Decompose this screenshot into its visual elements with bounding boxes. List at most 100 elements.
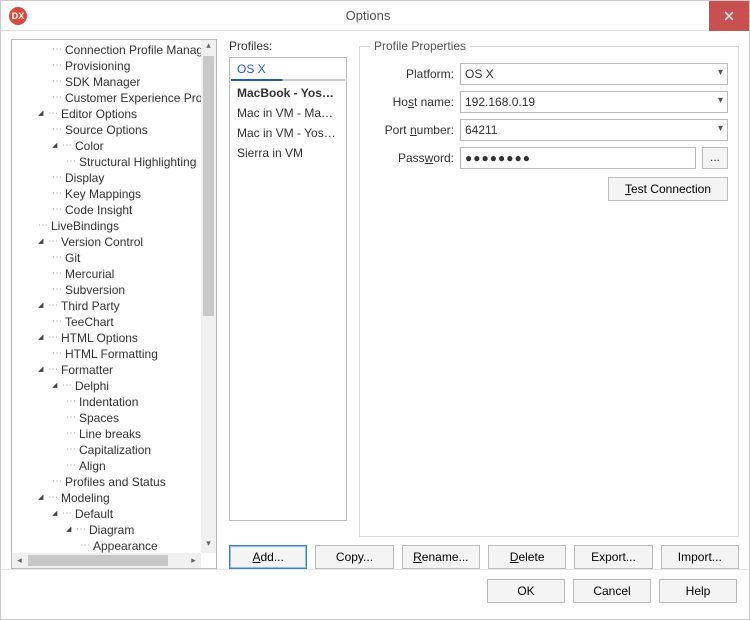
tree-dots-icon: ⋯ [48, 301, 61, 311]
tree-item-label: Spaces [79, 410, 119, 426]
tree-dots-icon: ⋯ [48, 493, 61, 503]
copy-button[interactable]: Copy... [315, 545, 393, 569]
tree-item[interactable]: ⋯Subversion [12, 282, 201, 298]
tree-dots-icon: ⋯ [52, 189, 65, 199]
tree-item-label: Third Party [61, 298, 120, 314]
hostname-label: Host name: [370, 95, 454, 109]
dialog-footer: OK Cancel Help [1, 569, 749, 611]
tree-item[interactable]: ⋯Git [12, 250, 201, 266]
tree-item-label: Customer Experience Program [65, 90, 201, 106]
tree-item[interactable]: ⋯HTML Formatting [12, 346, 201, 362]
scroll-right-icon[interactable]: ▸ [186, 553, 201, 568]
password-input[interactable]: ●●●●●●●● [460, 147, 696, 169]
tree-dots-icon: ⋯ [62, 381, 75, 391]
tree-item[interactable]: ⋯Indentation [12, 394, 201, 410]
test-connection-button[interactable]: Test Connection [608, 177, 728, 201]
expand-icon[interactable]: ◢ [52, 506, 62, 522]
port-value: 64211 [465, 123, 497, 137]
expand-icon[interactable]: ◢ [66, 522, 76, 538]
tree-dots-icon: ⋯ [52, 77, 65, 87]
tree-item[interactable]: ◢⋯Delphi [12, 378, 201, 394]
tree-item[interactable]: ◢⋯Editor Options [12, 106, 201, 122]
expand-icon[interactable]: ◢ [38, 234, 48, 250]
chevron-down-icon: ▾ [718, 95, 723, 106]
tree-item-label: Structural Highlighting [79, 154, 196, 170]
tree-item[interactable]: ⋯Capitalization [12, 442, 201, 458]
tree-item[interactable]: ⋯Spaces [12, 410, 201, 426]
tree-item[interactable]: ⋯Source Options [12, 122, 201, 138]
tree-item[interactable]: ◢⋯Color [12, 138, 201, 154]
import-button[interactable]: Import... [661, 545, 739, 569]
tree-item[interactable]: ◢⋯HTML Options [12, 330, 201, 346]
profile-list-item[interactable]: Mac in VM - Yose… [231, 123, 345, 143]
tree-item[interactable]: ⋯Align [12, 458, 201, 474]
tree-item[interactable]: ◢⋯Version Control [12, 234, 201, 250]
expand-icon[interactable]: ◢ [52, 378, 62, 394]
tree-item[interactable]: ◢⋯Diagram [12, 522, 201, 538]
vertical-scrollbar[interactable]: ▴ ▾ [201, 40, 216, 553]
tree-item[interactable]: ⋯SDK Manager [12, 74, 201, 90]
tree-item[interactable]: ⋯TeeChart [12, 314, 201, 330]
expand-icon[interactable]: ◢ [38, 490, 48, 506]
ok-button[interactable]: OK [487, 579, 565, 603]
delete-button[interactable]: Delete [488, 545, 566, 569]
profiles-tab[interactable]: OS X [231, 59, 345, 79]
tree-item[interactable]: ⋯Display [12, 170, 201, 186]
expand-icon[interactable]: ◢ [38, 298, 48, 314]
tree-item-label: Subversion [65, 282, 125, 298]
close-button[interactable] [709, 1, 749, 31]
tree-item[interactable]: ⋯Code Insight [12, 202, 201, 218]
cancel-button[interactable]: Cancel [573, 579, 651, 603]
expand-icon[interactable]: ◢ [38, 362, 48, 378]
expand-icon[interactable]: ◢ [38, 106, 48, 122]
profile-list-item[interactable]: MacBook - Yos… [231, 83, 345, 103]
tree-dots-icon: ⋯ [48, 333, 61, 343]
scroll-left-icon[interactable]: ◂ [12, 553, 27, 568]
tree-item[interactable]: ⋯Connection Profile Manager [12, 42, 201, 58]
tree-item-label: Mercurial [65, 266, 114, 282]
expand-icon[interactable]: ◢ [38, 330, 48, 346]
tree-item-label: Source Options [65, 122, 148, 138]
rename-button[interactable]: Rename... [402, 545, 480, 569]
tree-item[interactable]: ◢⋯Formatter [12, 362, 201, 378]
add-button[interactable]: Add... [229, 545, 307, 569]
export-button[interactable]: Export... [574, 545, 652, 569]
tree-dots-icon: ⋯ [48, 365, 61, 375]
profile-list-item[interactable]: Sierra in VM [231, 143, 345, 163]
expand-icon[interactable]: ◢ [52, 138, 62, 154]
horizontal-scrollbar[interactable]: ◂ ▸ [12, 553, 201, 568]
scroll-hthumb[interactable] [28, 555, 168, 566]
tab-underline [231, 79, 345, 81]
window-title: Options [27, 8, 709, 23]
tree-item[interactable]: ⋯Appearance [12, 538, 201, 553]
profile-list-item[interactable]: Mac in VM - Mave… [231, 103, 345, 123]
tree-dots-icon: ⋯ [66, 413, 79, 423]
tree-item-label: Align [79, 458, 106, 474]
tree-dots-icon: ⋯ [66, 397, 79, 407]
tree-item[interactable]: ⋯Mercurial [12, 266, 201, 282]
tree-dots-icon: ⋯ [66, 429, 79, 439]
platform-combobox[interactable]: OS X ▾ [460, 63, 728, 85]
tree-item[interactable]: ⋯LiveBindings [12, 218, 201, 234]
options-tree[interactable]: ⋯Connection Profile Manager⋯Provisioning… [12, 42, 201, 553]
tree-dots-icon: ⋯ [48, 109, 61, 119]
tree-item[interactable]: ◢⋯Default [12, 506, 201, 522]
tree-item-label: HTML Formatting [65, 346, 158, 362]
tree-item[interactable]: ⋯Profiles and Status [12, 474, 201, 490]
tree-item[interactable]: ◢⋯Modeling [12, 490, 201, 506]
tree-item-label: TeeChart [65, 314, 114, 330]
scroll-down-icon[interactable]: ▾ [201, 538, 216, 553]
scroll-thumb[interactable] [203, 56, 214, 316]
tree-item[interactable]: ⋯Line breaks [12, 426, 201, 442]
help-button[interactable]: Help [659, 579, 737, 603]
tree-item[interactable]: ◢⋯Third Party [12, 298, 201, 314]
tree-item[interactable]: ⋯Structural Highlighting [12, 154, 201, 170]
tree-item[interactable]: ⋯Provisioning [12, 58, 201, 74]
port-combobox[interactable]: 64211 ▾ [460, 119, 728, 141]
tree-item[interactable]: ⋯Key Mappings [12, 186, 201, 202]
password-ellipsis-button[interactable]: ... [702, 147, 728, 169]
profiles-listbox[interactable]: OS X MacBook - Yos…Mac in VM - Mave…Mac … [229, 57, 347, 521]
scroll-up-icon[interactable]: ▴ [201, 40, 216, 55]
tree-item[interactable]: ⋯Customer Experience Program [12, 90, 201, 106]
hostname-combobox[interactable]: 192.168.0.19 ▾ [460, 91, 728, 113]
